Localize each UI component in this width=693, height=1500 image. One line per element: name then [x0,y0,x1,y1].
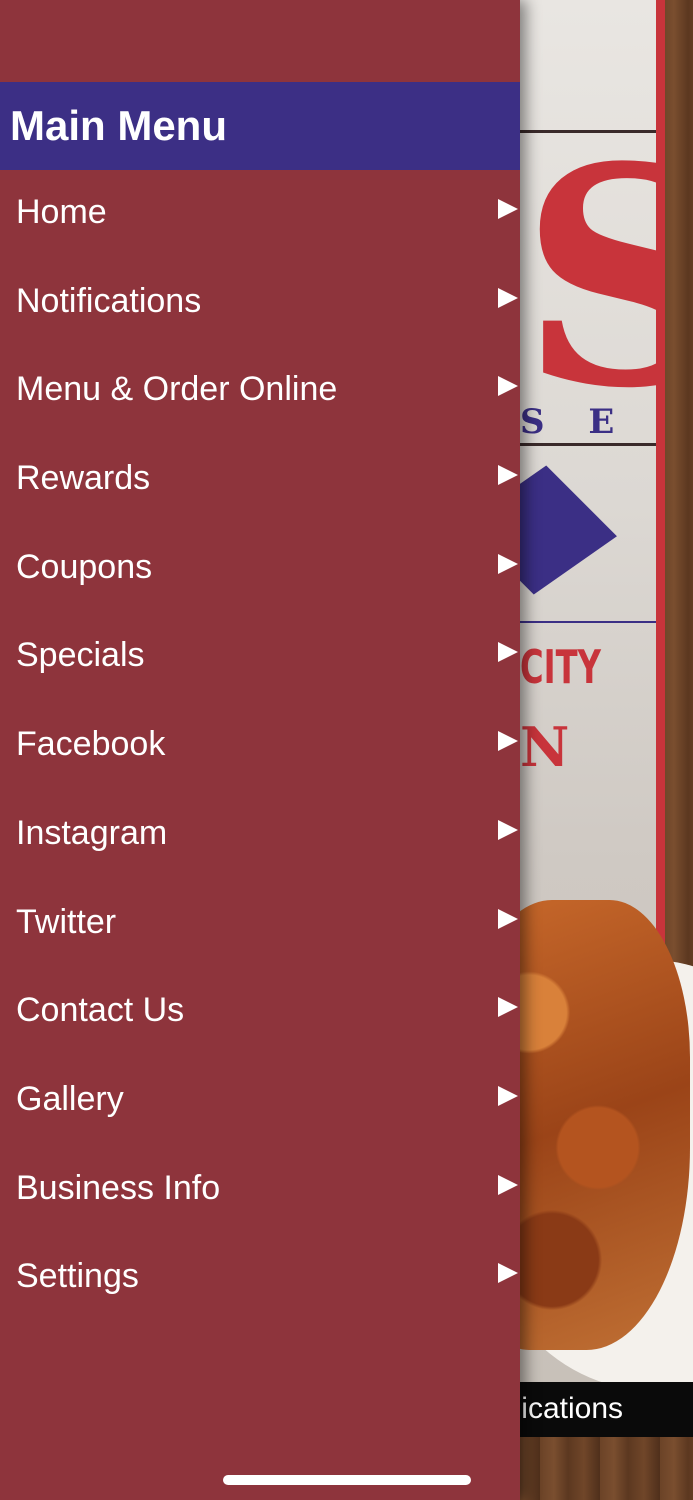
menu-item-settings[interactable]: Settings [0,1234,520,1323]
play-arrow-icon [498,997,518,1018]
play-arrow-icon [498,553,518,574]
menu-item-label: Specials [16,636,145,675]
menu-item-facebook[interactable]: Facebook [0,702,520,791]
play-arrow-icon [498,287,518,308]
menu-item-business-info[interactable]: Business Info [0,1146,520,1235]
menu-item-gallery[interactable]: Gallery [0,1057,520,1146]
menu-item-label: Coupons [16,547,153,586]
poster-subtext: S E [520,402,631,442]
menu-item-label: Twitter [16,902,117,941]
bottom-tab-label[interactable]: ications [521,1392,623,1426]
play-arrow-icon [498,1263,518,1284]
drawer-title: Main Menu [10,102,227,149]
menu-item-contact-us[interactable]: Contact Us [0,968,520,1057]
play-arrow-icon [498,465,518,486]
menu-item-label: Business Info [16,1168,221,1207]
poster-rule-bottom [520,443,656,446]
menu-item-label: Rewards [16,459,151,498]
poster-letter: S [520,128,656,428]
menu-item-label: Gallery [16,1079,124,1118]
menu-item-coupons[interactable]: Coupons [0,525,520,614]
menu-item-menu-order-online[interactable]: Menu & Order Online [0,347,520,436]
drawer-header: Main Menu [0,82,520,170]
home-indicator[interactable] [223,1475,471,1485]
menu-item-label: Facebook [16,725,166,764]
menu-item-home[interactable]: Home [0,170,520,259]
menu-item-label: Settings [16,1257,139,1296]
play-arrow-icon [498,819,518,840]
menu-item-label: Instagram [16,813,168,852]
play-arrow-icon [498,908,518,929]
play-arrow-icon [498,642,518,663]
menu-item-notifications[interactable]: Notifications [0,259,520,348]
play-arrow-icon [498,731,518,752]
poster-partial-text: N [520,715,570,779]
poster-city-text: CITY [520,640,601,694]
menu-item-twitter[interactable]: Twitter [0,880,520,969]
side-drawer-menu: Main Menu Home Notifications Menu & Orde… [0,0,520,1500]
menu-item-label: Contact Us [16,991,185,1030]
play-arrow-icon [498,1174,518,1195]
play-arrow-icon [498,1085,518,1106]
play-arrow-icon [498,199,518,219]
menu-item-instagram[interactable]: Instagram [0,791,520,880]
menu-item-rewards[interactable]: Rewards [0,436,520,525]
menu-item-label: Home [16,193,107,231]
menu-list: Home Notifications Menu & Order Online R… [0,170,520,1323]
menu-item-label: Menu & Order Online [16,370,338,409]
menu-item-specials[interactable]: Specials [0,613,520,702]
poster-divider [520,621,656,623]
play-arrow-icon [498,376,518,397]
menu-item-label: Notifications [16,281,202,320]
